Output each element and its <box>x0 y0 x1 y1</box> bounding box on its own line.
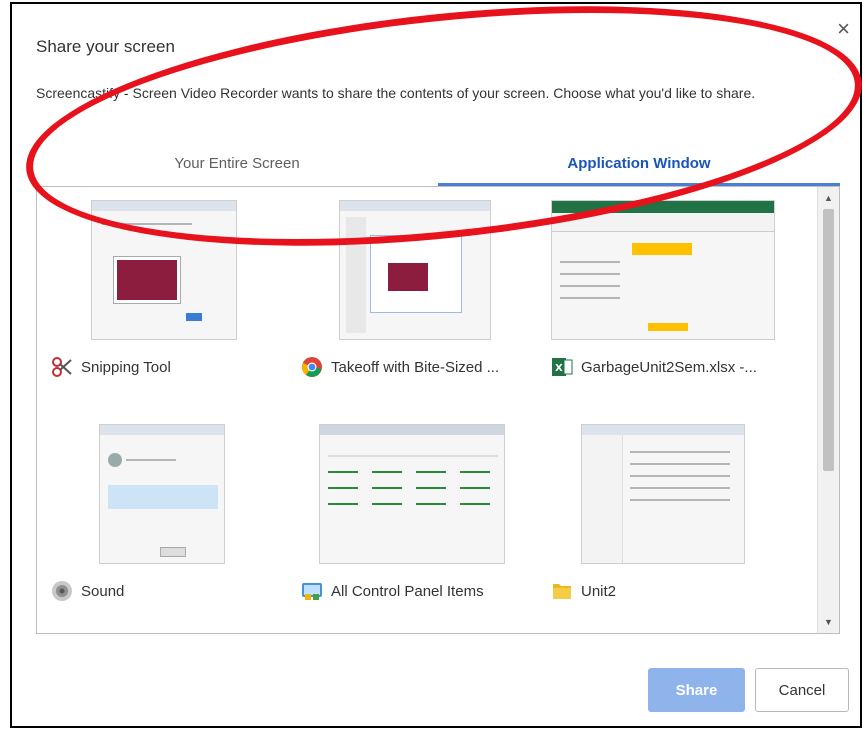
window-title: Takeoff with Bite-Sized ... <box>331 358 500 376</box>
window-title: Sound <box>81 582 125 600</box>
window-label: All Control Panel Items <box>301 579 484 603</box>
window-thumbnail <box>99 424 225 564</box>
window-thumbnail <box>319 424 505 564</box>
share-screen-dialog: × Share your screen Screencastify - Scre… <box>10 2 862 728</box>
folder-icon <box>551 580 573 602</box>
tab-entire-screen[interactable]: Your Entire Screen <box>36 150 438 186</box>
window-item-excel[interactable]: X GarbageUnit2Sem.xlsx -... <box>551 187 799 397</box>
close-icon[interactable]: × <box>837 18 850 40</box>
window-item-control-panel[interactable]: All Control Panel Items <box>297 411 545 621</box>
tab-bar: Your Entire Screen Application Window <box>36 150 840 186</box>
window-grid: Snipping Tool Takeoff with Bite-Sized ..… <box>37 187 817 633</box>
window-item-snipping-tool[interactable]: Snipping Tool <box>37 187 285 397</box>
window-label: Sound <box>51 579 124 603</box>
dialog-title: Share your screen <box>36 37 175 56</box>
speaker-icon <box>51 580 73 602</box>
dialog-description: Screencastify - Screen Video Recorder wa… <box>36 85 756 101</box>
control-panel-icon <box>301 580 323 602</box>
window-item-chrome[interactable]: Takeoff with Bite-Sized ... <box>297 187 545 397</box>
scroll-down-icon[interactable]: ▼ <box>824 617 833 627</box>
window-item-sound[interactable]: Sound <box>37 411 285 621</box>
window-thumbnail <box>581 424 745 564</box>
window-title: GarbageUnit2Sem.xlsx -... <box>581 358 757 376</box>
window-title: Snipping Tool <box>81 358 171 376</box>
cancel-button[interactable]: Cancel <box>755 668 849 712</box>
window-thumbnail <box>91 200 237 340</box>
window-title: Unit2 <box>581 582 617 600</box>
window-list-panel: Snipping Tool Takeoff with Bite-Sized ..… <box>36 186 840 634</box>
window-item-folder[interactable]: Unit2 <box>551 411 799 621</box>
scrollbar-thumb[interactable] <box>823 209 834 471</box>
excel-icon: X <box>551 356 573 378</box>
window-label: Unit2 <box>551 579 616 603</box>
window-label: X GarbageUnit2Sem.xlsx -... <box>551 355 757 379</box>
vertical-scrollbar[interactable]: ▲ ▼ <box>817 187 839 633</box>
window-thumbnail <box>551 200 775 340</box>
svg-text:X: X <box>555 363 563 374</box>
share-button[interactable]: Share <box>648 668 745 712</box>
window-thumbnail <box>339 200 491 340</box>
snipping-tool-icon <box>51 356 73 378</box>
tab-application-window[interactable]: Application Window <box>438 150 840 186</box>
window-label: Snipping Tool <box>51 355 171 379</box>
window-label: Takeoff with Bite-Sized ... <box>301 355 499 379</box>
window-title: All Control Panel Items <box>331 582 484 600</box>
chrome-icon <box>301 356 323 378</box>
scroll-up-icon[interactable]: ▲ <box>824 193 833 203</box>
